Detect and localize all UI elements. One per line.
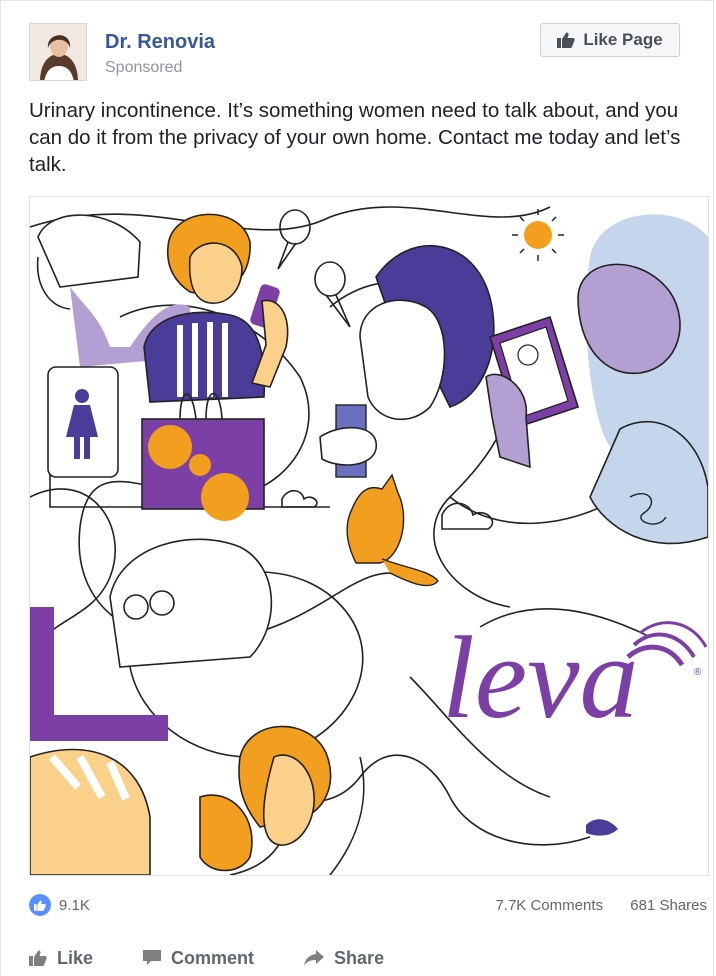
action-bar: Like Comment Share [29, 941, 384, 975]
cat-illustration [346, 473, 439, 587]
thumbs-up-icon [29, 950, 47, 966]
comment-icon [143, 950, 162, 965]
like-button[interactable]: Like [29, 941, 93, 975]
like-page-button[interactable]: Like Page [540, 23, 680, 57]
comment-button[interactable]: Comment [143, 941, 254, 975]
like-reaction-icon [29, 894, 51, 916]
post-text: Urinary incontinence. It’s something wom… [29, 99, 681, 176]
reaction-summary[interactable]: 9.1K [29, 894, 90, 916]
leva-logo: leva ® [442, 612, 708, 743]
avatar-portrait [30, 24, 86, 80]
author-name[interactable]: Dr. Renovia [105, 31, 215, 54]
leva-wordmark: leva [442, 612, 639, 743]
thumbs-up-icon [557, 32, 575, 48]
sponsored-post: Dr. Renovia Sponsored Like Page Urinary … [0, 0, 714, 976]
ad-image[interactable]: leva ® [29, 196, 709, 876]
share-label: Share [334, 947, 385, 968]
ad-illustration: leva ® [30, 206, 708, 875]
engagement-counts: 9.1K 7.7K Comments 681 Shares [29, 894, 709, 924]
registered-mark: ® [694, 667, 702, 678]
comment-label: Comment [171, 947, 255, 968]
author-avatar[interactable] [29, 23, 87, 81]
comments-count[interactable]: 7.7K Comments [495, 897, 603, 914]
reaction-count: 9.1K [59, 896, 90, 914]
like-page-label: Like Page [583, 30, 663, 49]
bird-icon [586, 819, 618, 836]
shares-count[interactable]: 681 Shares [630, 897, 707, 914]
like-label: Like [57, 947, 94, 968]
sun-icon [512, 209, 564, 261]
sponsored-label[interactable]: Sponsored [105, 59, 182, 77]
share-button[interactable]: Share [304, 941, 384, 975]
share-arrow-icon [304, 950, 325, 966]
